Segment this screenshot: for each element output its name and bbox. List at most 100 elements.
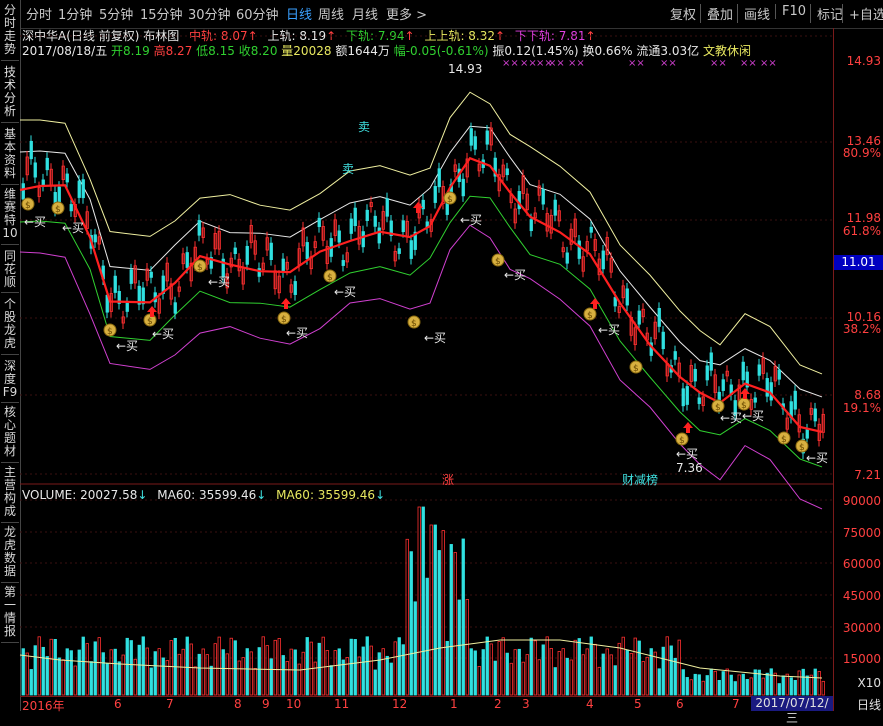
- volume-bar: [637, 640, 641, 696]
- volume-bar: [513, 649, 517, 696]
- volume-bar: [33, 645, 37, 696]
- time-tick: 11: [334, 697, 350, 711]
- volume-bar: [121, 654, 125, 696]
- volume-bar: [45, 656, 49, 696]
- red-up-arrow-icon: [683, 422, 693, 433]
- volume-bar: [717, 679, 721, 696]
- buy-signal: ←买: [334, 285, 356, 299]
- candle-body: [385, 198, 389, 217]
- money-bag-glyph: $: [495, 257, 501, 267]
- candle-body: [377, 227, 381, 244]
- volume-bar: [809, 674, 813, 696]
- volume-bar: [673, 657, 677, 696]
- candle-body: [293, 281, 297, 295]
- signal-x-marker: ××: [520, 58, 537, 69]
- volume-bar: [725, 668, 729, 696]
- volume-bar: [25, 652, 29, 696]
- volume-bar: [49, 638, 53, 696]
- zhang-badge[interactable]: 涨: [442, 471, 454, 488]
- volume-bar: [337, 648, 341, 696]
- candle-body: [365, 209, 369, 221]
- volume-bar: [549, 647, 553, 696]
- volume-bar: [413, 601, 417, 696]
- buy-signal: ←买: [460, 213, 482, 227]
- volume-bar: [325, 650, 329, 696]
- buy-signal: ←买: [208, 275, 230, 289]
- candle-body: [437, 168, 441, 188]
- volume-bar: [661, 646, 665, 696]
- candle-body: [469, 128, 473, 146]
- volume-bar: [409, 551, 413, 696]
- volume-bar: [745, 679, 749, 696]
- volume-bar: [497, 641, 501, 696]
- volume-bar: [289, 648, 293, 696]
- signal-x-marker: ××: [660, 58, 677, 69]
- candle-body: [473, 136, 477, 150]
- volume-bar: [233, 640, 237, 696]
- volume-bar: [709, 668, 713, 696]
- volume-bar: [689, 679, 693, 696]
- price-tick: 14.93: [846, 54, 881, 68]
- volume-bar: [473, 650, 477, 696]
- volume-bar: [321, 636, 325, 696]
- volume-bar: [605, 648, 609, 696]
- buy-signal: ←买: [806, 451, 828, 465]
- volume-bar: [29, 669, 33, 696]
- candle-body: [461, 178, 465, 197]
- buy-signal: ←买: [152, 327, 174, 341]
- volume-bar: [161, 657, 165, 696]
- volume-bar: [177, 653, 181, 696]
- zoom-indicator[interactable]: X10: [858, 676, 882, 690]
- volume-bar: [281, 655, 285, 696]
- volume-bar: [677, 639, 681, 696]
- candle-body: [397, 248, 401, 254]
- pct-tick: 80.9%: [842, 146, 881, 160]
- volume-bar: [349, 638, 353, 696]
- volume-bar: [541, 644, 545, 696]
- volume-bar: [733, 681, 737, 696]
- volume-bar: [285, 661, 289, 696]
- volume-header: VOLUME: 20027.58↓ MA60: 35599.46↓ MA60: …: [22, 488, 386, 502]
- volume-bar: [509, 662, 513, 696]
- volume-bar: [565, 657, 569, 696]
- volume-bar: [821, 680, 825, 696]
- volume-bar: [65, 648, 69, 696]
- volume-bar: [393, 641, 397, 696]
- volume-bar: [729, 674, 733, 696]
- volume-bar: [697, 674, 701, 696]
- signal-x-marker: ××: [568, 58, 585, 69]
- candle-body: [149, 271, 153, 278]
- candle-body: [769, 382, 773, 401]
- volume-bar: [165, 660, 169, 696]
- candle-body: [705, 365, 709, 381]
- volume-bar: [817, 671, 821, 696]
- candle-body: [281, 258, 285, 273]
- volume-bar: [445, 640, 449, 696]
- volume-bar: [665, 636, 669, 696]
- candle-body: [361, 231, 365, 248]
- volume-bar: [209, 665, 213, 696]
- candle-body: [317, 217, 321, 228]
- candle-body: [33, 162, 37, 178]
- money-bag-glyph: $: [447, 195, 453, 205]
- volume-bar: [77, 649, 81, 696]
- ma60-value-1: MA60: 35599.46: [157, 488, 257, 502]
- volume-bar: [253, 667, 257, 696]
- volume-bar: [385, 655, 389, 696]
- candle-body: [685, 386, 689, 405]
- volume-bar: [425, 577, 429, 696]
- money-bag-glyph: $: [55, 205, 61, 215]
- ma60-value-2: MA60: 35599.46: [276, 488, 376, 502]
- volume-bar: [353, 639, 357, 696]
- volume-bar: [489, 643, 493, 696]
- kline-chart[interactable]: $ $$$$$$$$$$$$$ $$$←买 ←买←买←买←买←买←买←买←买←买←买←…: [0, 0, 883, 711]
- buy-signal: ←买: [504, 268, 526, 282]
- volume-bar: [89, 661, 93, 696]
- volume-bar: [97, 637, 101, 696]
- money-bag-glyph: $: [633, 364, 639, 374]
- money-bag-glyph: $: [25, 201, 31, 211]
- volume-bar: [317, 642, 321, 696]
- caijian-badge[interactable]: 财减榜: [622, 471, 658, 488]
- volume-bar: [333, 650, 337, 696]
- money-bag-glyph: $: [281, 315, 287, 325]
